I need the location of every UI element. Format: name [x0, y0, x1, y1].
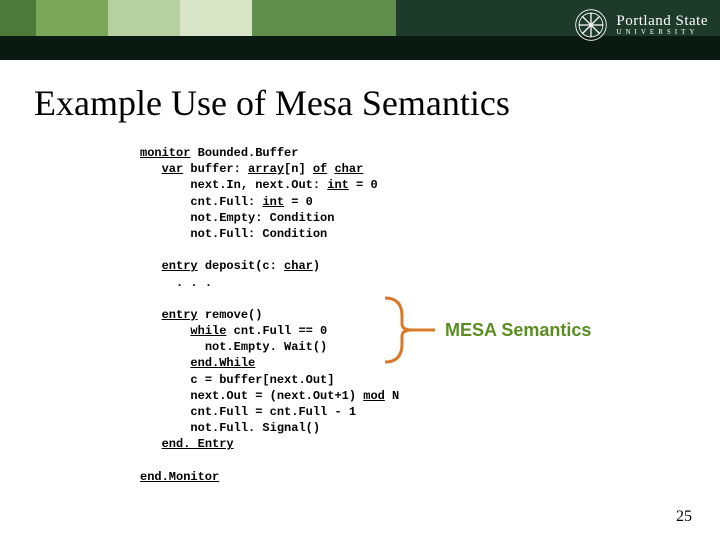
- snowflake-seal-icon: [574, 8, 608, 42]
- page-number: 25: [676, 508, 692, 526]
- callout-bracket-icon: [380, 290, 440, 370]
- university-logo: Portland State UNIVERSITY: [574, 8, 708, 42]
- university-subtitle: UNIVERSITY: [616, 29, 708, 36]
- header-banner: Portland State UNIVERSITY: [0, 0, 720, 60]
- slide-title: Example Use of Mesa Semantics: [34, 82, 510, 124]
- university-name: Portland State: [616, 14, 708, 29]
- callout-label: MESA Semantics: [445, 320, 591, 341]
- code-block: monitor Bounded.Buffer var buffer: array…: [140, 145, 570, 485]
